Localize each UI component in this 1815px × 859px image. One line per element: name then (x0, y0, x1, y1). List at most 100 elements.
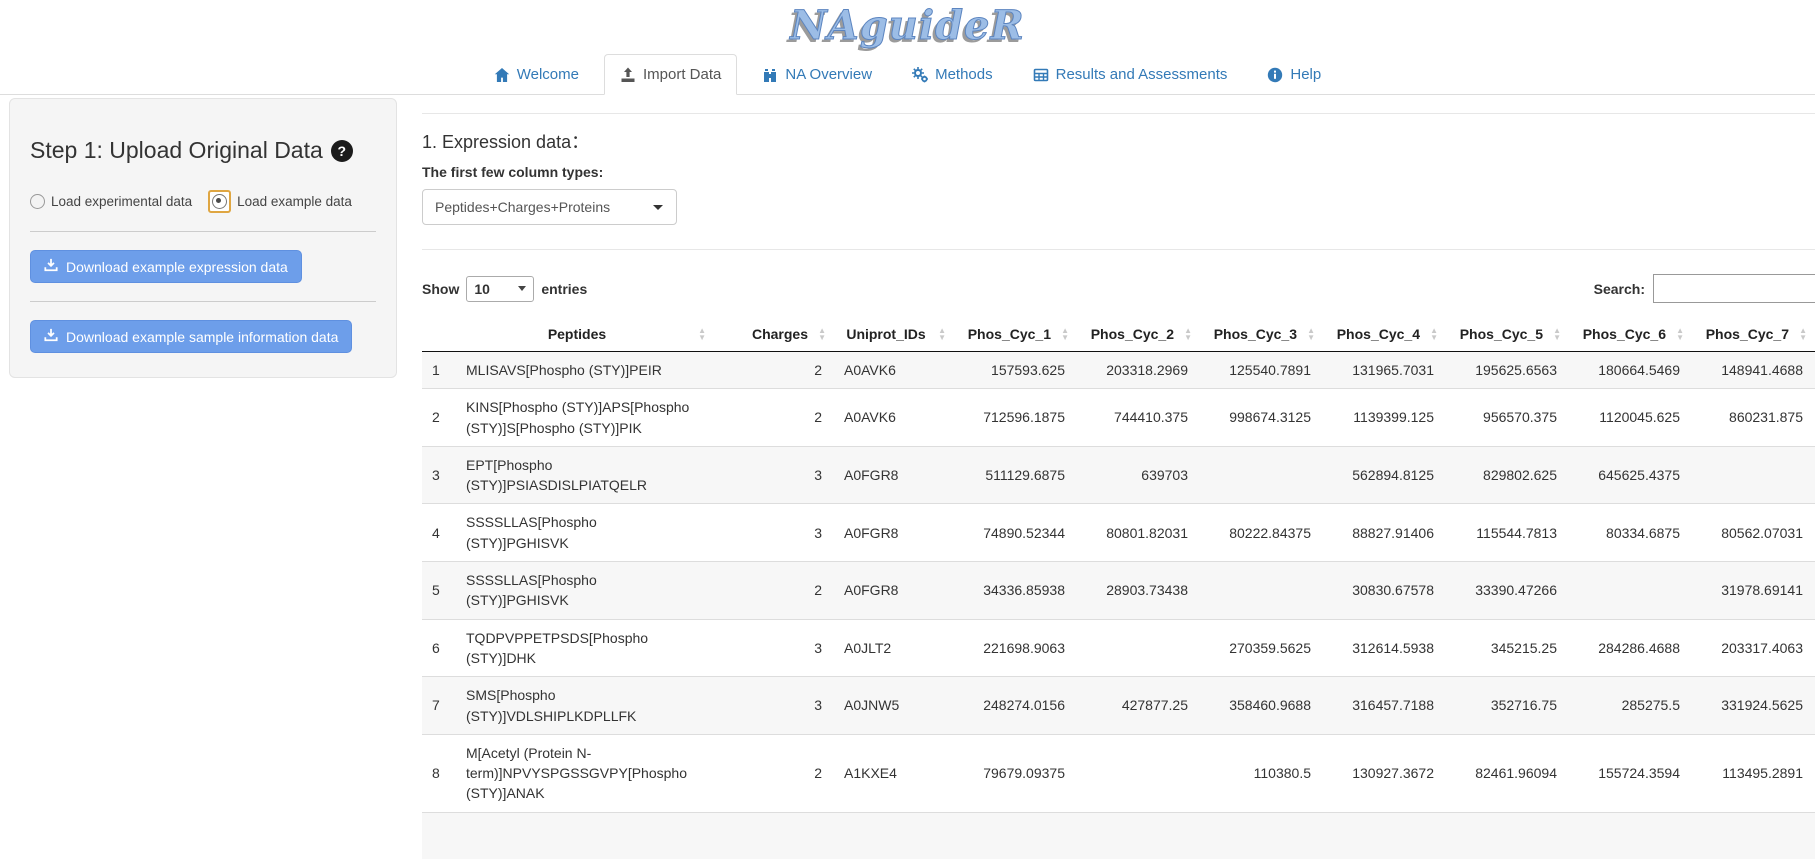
expression-data-table: Peptides▲▼ Charges▲▼ Uniprot_IDs▲▼ Phos_… (422, 317, 1815, 859)
home-icon (494, 67, 510, 83)
tab-label: Welcome (517, 66, 579, 83)
table-cell: 80562.07031 (1692, 504, 1815, 562)
panel-title-text: Step 1: Upload Original Data (30, 137, 323, 164)
table-cell: 511129.6875 (954, 446, 1077, 504)
table-cell: SSSSLLAS[Phospho (STY)]PGHISVK (456, 562, 714, 620)
column-types-select[interactable]: Peptides+Charges+Proteins (422, 189, 677, 225)
table-cell: 860231.875 (1692, 389, 1815, 447)
sort-icons: ▲▼ (1061, 327, 1069, 341)
tab-label: Results and Assessments (1056, 66, 1228, 83)
column-header-phos-cyc-2[interactable]: Phos_Cyc_2▲▼ (1077, 317, 1200, 352)
table-cell: 80334.6875 (1569, 504, 1692, 562)
table-cell: 331924.5625 (1692, 677, 1815, 735)
table-cell: 155724.3594 (1569, 734, 1692, 812)
table-cell: 285275.5 (1569, 677, 1692, 735)
table-cell: 5 (422, 562, 456, 620)
column-header-index (422, 317, 456, 352)
page-length-control: Show 10 entries (422, 276, 587, 302)
table-cell: 3 (714, 504, 834, 562)
table-cell: EPT[Phospho (STY)]PSIASDISLPIATQELR (456, 446, 714, 504)
radio-load-experimental-data[interactable]: Load experimental data (30, 194, 192, 209)
table-cell: 125540.7891 (1200, 352, 1323, 389)
table-cell: 131965.7031 (1323, 352, 1446, 389)
upload-icon (620, 67, 636, 83)
table-cell: 130927.3672 (1323, 734, 1446, 812)
table-cell: A1KXE4 (834, 734, 954, 812)
table-cell: 284286.4688 (1569, 619, 1692, 677)
table-cell: 562894.8125 (1323, 446, 1446, 504)
table-cell: 639703 (1077, 446, 1200, 504)
table-cell: 34336.85938 (954, 562, 1077, 620)
table-cell: A0FGR8 (834, 504, 954, 562)
divider (422, 113, 1815, 114)
column-header-peptides[interactable]: Peptides▲▼ (456, 317, 714, 352)
table-header-row: Peptides▲▼ Charges▲▼ Uniprot_IDs▲▼ Phos_… (422, 317, 1815, 352)
table-cell: 1139399.125 (1323, 389, 1446, 447)
column-header-phos-cyc-4[interactable]: Phos_Cyc_4▲▼ (1323, 317, 1446, 352)
table-cell: 270359.5625 (1200, 619, 1323, 677)
radio-focus-ring (208, 190, 231, 213)
table-cell: 82461.96094 (1446, 734, 1569, 812)
column-header-phos-cyc-1[interactable]: Phos_Cyc_1▲▼ (954, 317, 1077, 352)
table-cell: 998674.3125 (1200, 389, 1323, 447)
download-example-sample-info-button[interactable]: Download example sample information data (30, 320, 352, 353)
table-cell: 2 (714, 352, 834, 389)
button-label: Download example sample information data (66, 329, 338, 345)
question-circle-icon[interactable]: ? (331, 140, 353, 162)
tab-import-data[interactable]: Import Data (604, 54, 737, 95)
divider (30, 301, 376, 302)
table-row: 6TQDPVPPETPSDS[Phospho (STY)]DHK3A0JLT22… (422, 619, 1815, 677)
radio-checked-icon (212, 194, 227, 209)
column-header-phos-cyc-6[interactable]: Phos_Cyc_6▲▼ (1569, 317, 1692, 352)
table-cell: 4 (422, 504, 456, 562)
tab-label: NA Overview (785, 66, 872, 83)
search-input[interactable] (1653, 274, 1815, 303)
table-cell: A0JNW5 (834, 677, 954, 735)
table-icon (1033, 67, 1049, 83)
download-example-expression-button[interactable]: Download example expression data (30, 250, 302, 283)
table-cell: 3 (422, 446, 456, 504)
column-header-uniprot-ids[interactable]: Uniprot_IDs▲▼ (834, 317, 954, 352)
table-cell: A0FGR8 (834, 446, 954, 504)
table-cell: 203317.4063 (1692, 619, 1815, 677)
table-cell: 358460.9688 (1200, 677, 1323, 735)
column-header-phos-cyc-7[interactable]: Phos_Cyc_7▲▼ (1692, 317, 1815, 352)
divider (30, 231, 376, 232)
upload-data-panel: Step 1: Upload Original Data ? Load expe… (9, 98, 397, 378)
table-cell: 195625.6563 (1446, 352, 1569, 389)
data-source-radio-group: Load experimental data Load example data (30, 190, 376, 213)
tab-help[interactable]: Help (1252, 54, 1336, 95)
cogs-icon (912, 67, 928, 83)
column-header-phos-cyc-5[interactable]: Phos_Cyc_5▲▼ (1446, 317, 1569, 352)
tab-na-overview[interactable]: NA Overview (747, 54, 887, 95)
table-row-partial (422, 812, 1815, 859)
main-panel: 1. Expression data： The first few column… (422, 95, 1815, 859)
table-cell (1200, 562, 1323, 620)
table-cell: 316457.7188 (1323, 677, 1446, 735)
section-title: 1. Expression data： (422, 128, 1815, 154)
table-cell: 1 (422, 352, 456, 389)
radio-icon (30, 194, 45, 209)
info-circle-icon (1267, 67, 1283, 83)
table-cell: 352716.75 (1446, 677, 1569, 735)
download-icon (44, 328, 58, 345)
table-cell: 3 (714, 446, 834, 504)
table-cell: 3 (714, 677, 834, 735)
page-length-select[interactable]: 10 (466, 276, 534, 302)
table-cell: 6 (422, 619, 456, 677)
column-header-phos-cyc-3[interactable]: Phos_Cyc_3▲▼ (1200, 317, 1323, 352)
radio-load-example-data[interactable]: Load example data (208, 190, 352, 213)
table-controls: Show 10 entries Search: (422, 274, 1815, 303)
radio-label: Load example data (237, 194, 352, 209)
tab-methods[interactable]: Methods (897, 54, 1008, 95)
table-cell (1077, 734, 1200, 812)
tab-welcome[interactable]: Welcome (479, 54, 594, 95)
tab-label: Methods (935, 66, 993, 83)
table-cell: MLISAVS[Phospho (STY)]PEIR (456, 352, 714, 389)
table-row: 4SSSSLLAS[Phospho (STY)]PGHISVK3A0FGR874… (422, 504, 1815, 562)
table-cell: 221698.9063 (954, 619, 1077, 677)
tab-results-assessments[interactable]: Results and Assessments (1018, 54, 1243, 95)
sort-icons: ▲▼ (1307, 327, 1315, 341)
column-header-charges[interactable]: Charges▲▼ (714, 317, 834, 352)
table-cell: 744410.375 (1077, 389, 1200, 447)
